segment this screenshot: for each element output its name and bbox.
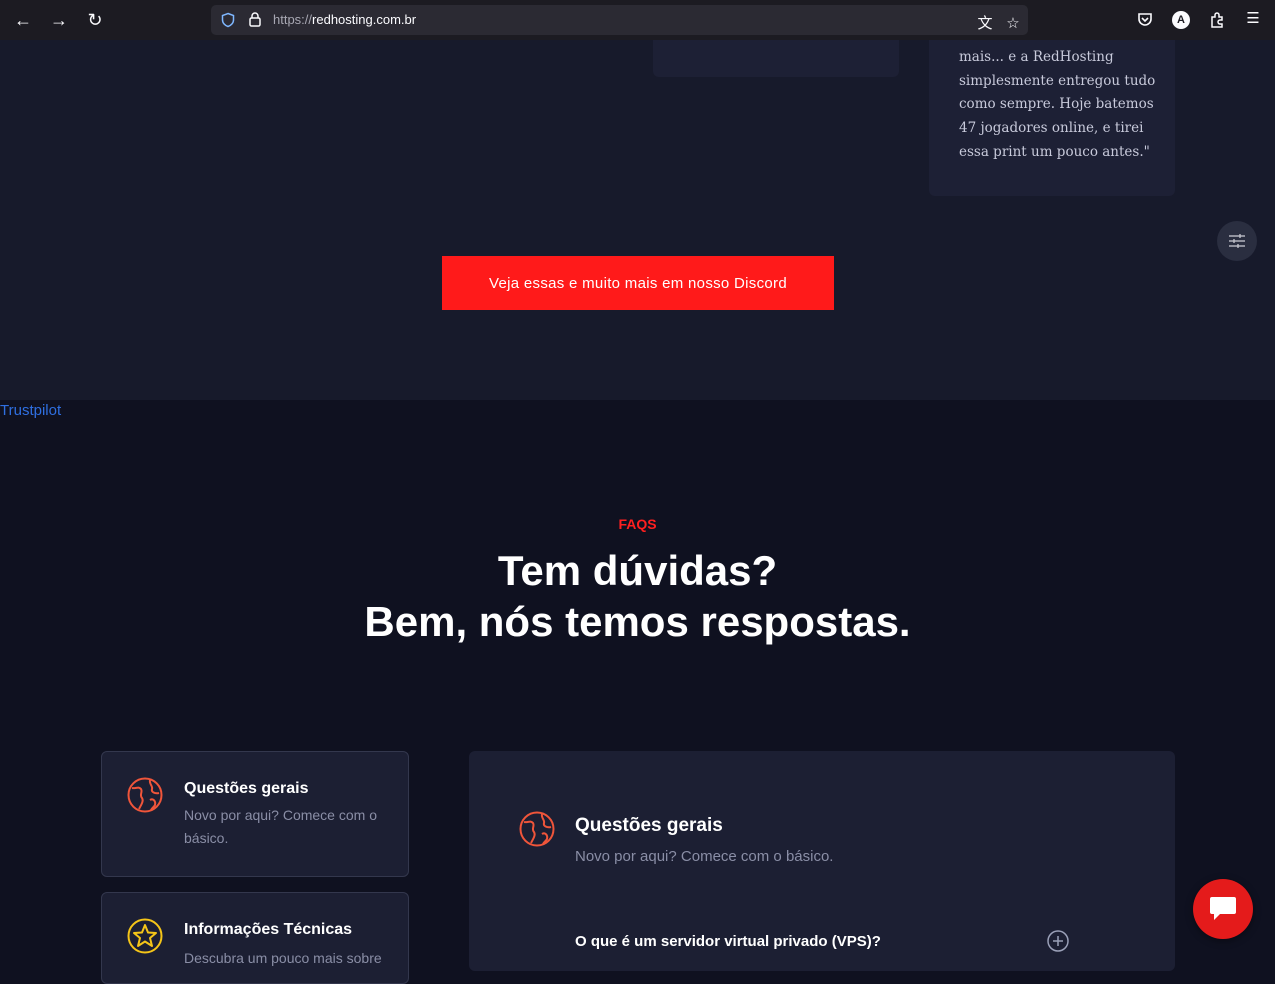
- faq-panel: Questões gerais Novo por aqui? Comece co…: [469, 751, 1175, 971]
- faq-eyebrow: FAQS: [618, 516, 657, 532]
- back-icon[interactable]: ←: [11, 8, 35, 32]
- globe-icon: [519, 811, 555, 847]
- address-bar[interactable]: https://redhosting.com.br 文 ☆: [211, 5, 1028, 35]
- account-avatar-icon[interactable]: A: [1172, 11, 1190, 29]
- category-title: Questões gerais: [184, 780, 309, 797]
- testimonial-card: mais... e a RedHosting simplesmente entr…: [929, 40, 1175, 196]
- faq-title-line2: Bem, nós temos respostas.: [364, 598, 911, 645]
- category-desc: Novo por aqui? Comece com o básico.: [184, 807, 377, 846]
- shield-icon: [221, 12, 235, 28]
- testimonials-section: mais... e a RedHosting simplesmente entr…: [0, 40, 1275, 400]
- testimonial-card: [653, 40, 899, 77]
- testimonial-text: mais... e a RedHosting simplesmente entr…: [959, 49, 1156, 160]
- chat-button[interactable]: [1193, 879, 1253, 939]
- settings-sliders-button[interactable]: [1217, 221, 1257, 261]
- menu-icon[interactable]: ☰: [1242, 8, 1264, 30]
- faq-title-line1: Tem dúvidas?: [497, 547, 778, 594]
- url-text: https://redhosting.com.br: [273, 12, 417, 27]
- bookmark-star-icon[interactable]: ☆: [1002, 13, 1024, 35]
- plus-circle-icon[interactable]: [1047, 930, 1069, 952]
- forward-icon[interactable]: →: [47, 8, 71, 32]
- browser-toolbar: ← → ↻ https://redhosting.com.br 文 ☆ A ☰: [0, 0, 1275, 41]
- category-card-technical[interactable]: Informações Técnicas Descubra um pouco m…: [101, 892, 409, 984]
- trustpilot-link[interactable]: Trustpilot: [0, 402, 61, 419]
- discord-button[interactable]: Veja essas e muito mais em nosso Discord: [442, 256, 834, 310]
- panel-desc: Novo por aqui? Comece com o básico.: [575, 848, 834, 865]
- reload-icon[interactable]: ↻: [83, 8, 107, 32]
- faq-question[interactable]: O que é um servidor virtual privado (VPS…: [575, 933, 881, 950]
- globe-icon: [127, 777, 163, 813]
- star-icon: [127, 918, 163, 954]
- faq-title: Tem dúvidas? Bem, nós temos respostas.: [0, 545, 1275, 647]
- pocket-icon[interactable]: [1136, 11, 1154, 29]
- category-title: Informações Técnicas: [184, 921, 353, 938]
- sliders-icon: [1229, 234, 1245, 248]
- extensions-icon[interactable]: [1208, 11, 1226, 29]
- panel-title: Questões gerais: [575, 815, 723, 836]
- translate-icon[interactable]: 文: [974, 13, 996, 35]
- category-card-general[interactable]: Questões gerais Novo por aqui? Comece co…: [101, 751, 409, 877]
- lock-icon: [249, 12, 261, 27]
- chat-icon: [1210, 897, 1236, 920]
